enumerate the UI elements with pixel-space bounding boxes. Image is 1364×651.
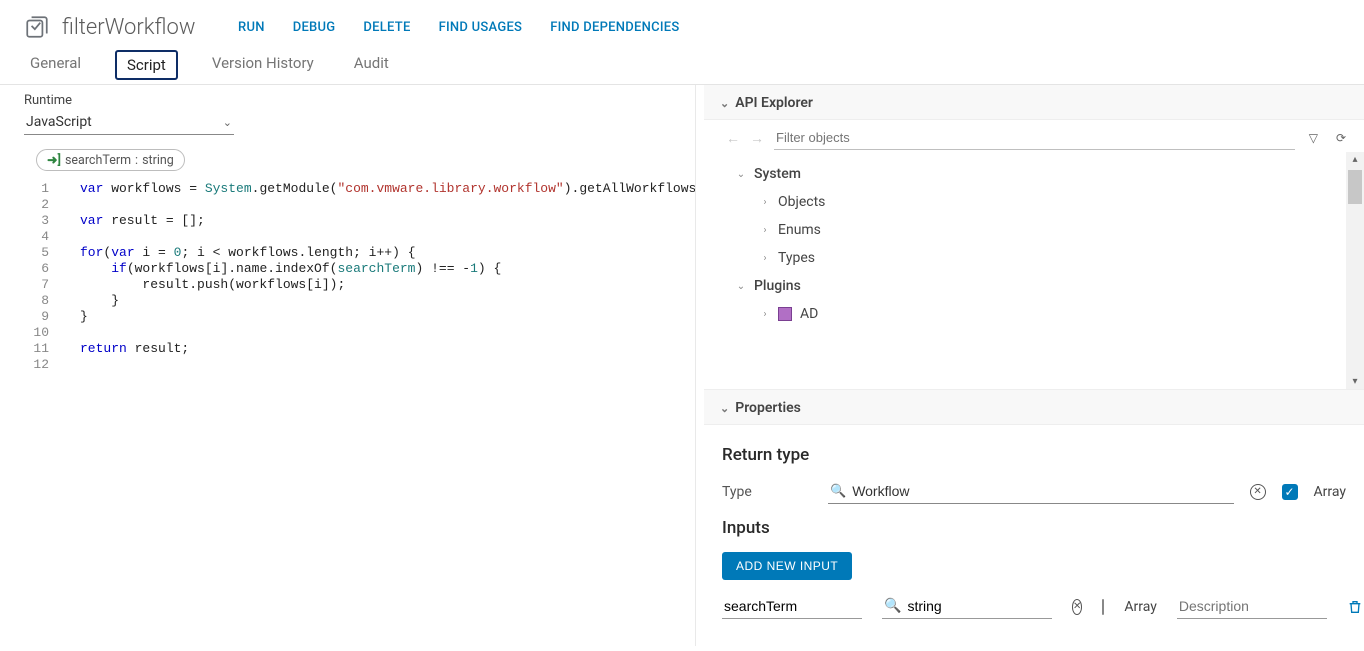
tree-node-enums[interactable]: ›Enums xyxy=(732,216,1346,244)
chevron-right-icon: › xyxy=(760,225,770,236)
tabs: General Script Version History Audit xyxy=(0,50,1364,85)
delete-action[interactable]: DELETE xyxy=(363,20,410,35)
chevron-down-icon: ⌄ xyxy=(736,169,746,180)
title-group: filterWorkflow xyxy=(24,14,214,40)
param-chip[interactable]: ➜] searchTerm : string xyxy=(36,149,185,171)
return-type-field[interactable]: 🔍 xyxy=(828,479,1234,504)
chevron-down-icon: ⌄ xyxy=(223,116,232,129)
find-usages-action[interactable]: FIND USAGES xyxy=(439,20,523,35)
clear-type-icon[interactable]: ✕ xyxy=(1250,484,1266,500)
tree-node-ad[interactable]: › AD xyxy=(732,300,1346,328)
collapse-icon: ⌄ xyxy=(720,402,729,415)
runtime-label: Runtime xyxy=(24,91,675,110)
input-name-field[interactable] xyxy=(722,594,862,619)
code-content[interactable]: var workflows = System.getModule("com.vm… xyxy=(60,179,695,646)
tree-node-objects[interactable]: ›Objects xyxy=(732,188,1346,216)
side-panel: ⌄ API Explorer ← → ▽ ⟳ ⌄System ›Objects … xyxy=(704,85,1364,646)
run-action[interactable]: RUN xyxy=(238,20,265,35)
api-tree[interactable]: ⌄System ›Objects ›Enums ›Types ⌄Plugins … xyxy=(704,152,1346,389)
plugin-icon xyxy=(778,307,792,321)
input-type-field[interactable]: 🔍 xyxy=(882,594,1052,619)
search-icon: 🔍 xyxy=(884,598,901,614)
api-explorer-title: API Explorer xyxy=(735,95,813,111)
properties-header[interactable]: ⌄ Properties xyxy=(704,390,1364,425)
refresh-icon[interactable]: ⟳ xyxy=(1332,131,1350,145)
tree-scrollbar[interactable]: ▴ ▾ xyxy=(1346,152,1364,389)
add-new-input-button[interactable]: ADD NEW INPUT xyxy=(722,552,852,580)
return-type-section: Return type xyxy=(722,445,1346,465)
filter-dropdown-icon[interactable]: ▽ xyxy=(1305,131,1322,145)
action-icon xyxy=(24,14,50,40)
page-title: filterWorkflow xyxy=(62,15,195,40)
tab-audit[interactable]: Audit xyxy=(348,50,395,84)
tab-script[interactable]: Script xyxy=(115,50,178,80)
runtime-select[interactable]: JavaScript ⌄ xyxy=(24,110,234,135)
tree-node-plugins[interactable]: ⌄Plugins xyxy=(732,272,1346,300)
properties-title: Properties xyxy=(735,400,801,416)
editor-pane: Runtime JavaScript ⌄ ➜] searchTerm : str… xyxy=(0,85,696,646)
tab-general[interactable]: General xyxy=(24,50,87,84)
input-arrow-icon: ➜] xyxy=(47,152,61,168)
param-type: string xyxy=(142,153,174,168)
code-editor[interactable]: 1 2 3 4 5 6 7 8 9 10 11 12 var workflows… xyxy=(0,177,695,646)
scroll-thumb[interactable] xyxy=(1348,170,1362,204)
search-icon: 🔍 xyxy=(830,484,846,499)
chevron-down-icon: ⌄ xyxy=(736,281,746,292)
input-array-checkbox[interactable] xyxy=(1102,599,1104,615)
api-explorer-header[interactable]: ⌄ API Explorer xyxy=(704,85,1364,120)
inputs-section: Inputs xyxy=(722,518,1346,538)
input-row: 🔍 ✕ Array xyxy=(722,594,1346,619)
chevron-right-icon: › xyxy=(760,253,770,264)
collapse-icon: ⌄ xyxy=(720,97,729,110)
resize-handle[interactable] xyxy=(696,85,704,646)
header: filterWorkflow RUN DEBUG DELETE FIND USA… xyxy=(0,0,1364,50)
scroll-down-icon[interactable]: ▾ xyxy=(1346,376,1364,387)
line-gutter: 1 2 3 4 5 6 7 8 9 10 11 12 xyxy=(0,179,60,646)
tree-node-system[interactable]: ⌄System xyxy=(732,160,1346,188)
chevron-right-icon: › xyxy=(760,197,770,208)
return-type-input[interactable] xyxy=(852,483,1231,499)
input-type-input[interactable] xyxy=(907,598,1088,614)
delete-input-icon[interactable] xyxy=(1347,599,1363,615)
type-label: Type xyxy=(722,484,812,500)
array-label: Array xyxy=(1314,484,1346,500)
find-deps-action[interactable]: FIND DEPENDENCIES xyxy=(550,20,679,35)
tree-node-types[interactable]: ›Types xyxy=(732,244,1346,272)
runtime-value: JavaScript xyxy=(26,114,92,130)
scroll-up-icon[interactable]: ▴ xyxy=(1346,154,1364,165)
input-array-label: Array xyxy=(1124,599,1156,615)
clear-input-type-icon[interactable]: ✕ xyxy=(1072,599,1082,615)
debug-action[interactable]: DEBUG xyxy=(293,20,336,35)
array-checkbox[interactable]: ✓ xyxy=(1282,484,1298,500)
param-name: searchTerm xyxy=(65,153,131,168)
tab-version-history[interactable]: Version History xyxy=(206,50,320,84)
filter-objects-input[interactable] xyxy=(774,126,1295,150)
header-actions: RUN DEBUG DELETE FIND USAGES FIND DEPEND… xyxy=(238,20,680,35)
input-description-field[interactable] xyxy=(1177,594,1327,619)
chevron-right-icon: › xyxy=(760,309,770,320)
nav-back-icon[interactable]: ← xyxy=(726,130,740,147)
nav-forward-icon[interactable]: → xyxy=(750,130,764,147)
